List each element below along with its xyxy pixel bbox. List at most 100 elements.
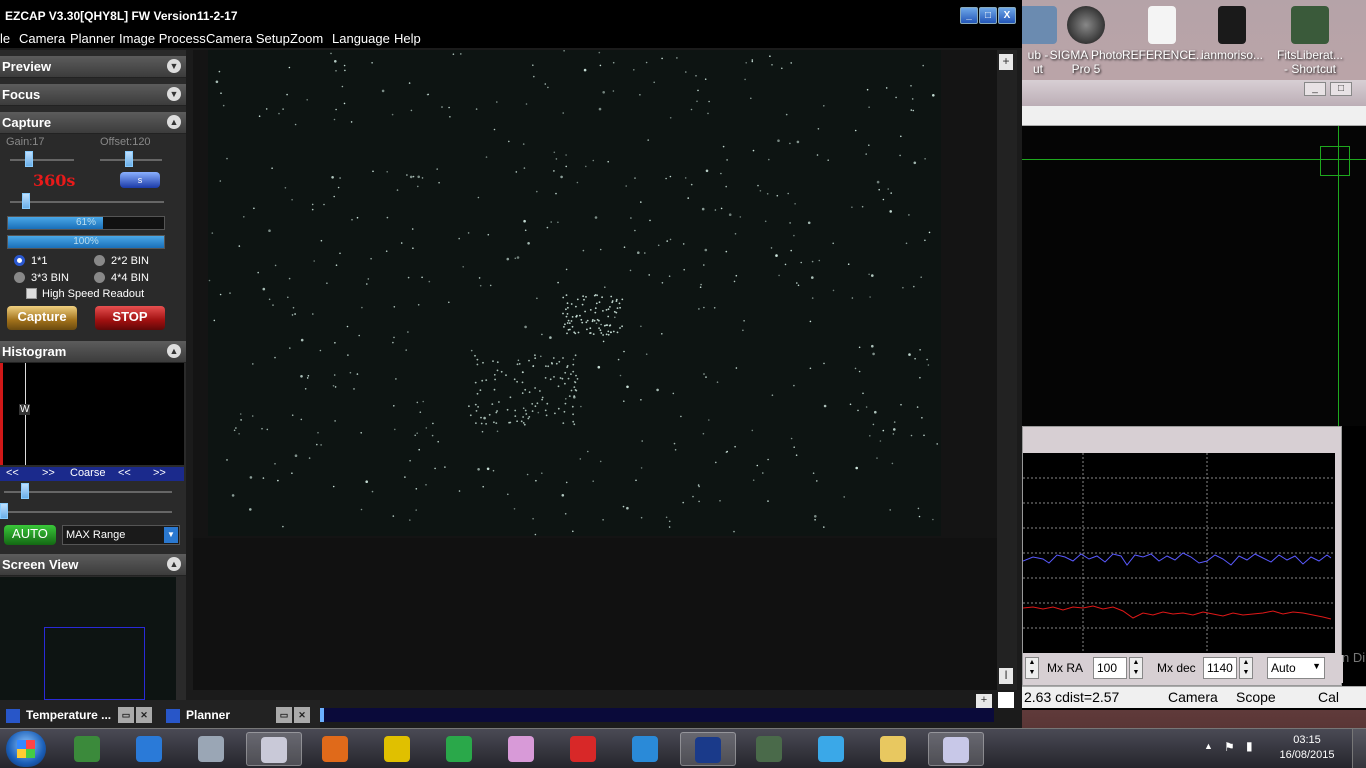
- chevron-down-icon[interactable]: ▼: [164, 527, 178, 543]
- taskbar-explorer[interactable]: [866, 732, 922, 766]
- auto-button[interactable]: AUTO: [4, 525, 56, 545]
- capture-header[interactable]: Capture ▲: [0, 112, 186, 134]
- chevron-up-icon[interactable]: ▲: [167, 344, 181, 358]
- nav-right-button-1[interactable]: >>: [42, 467, 55, 479]
- exposure-unit-button[interactable]: s: [120, 172, 160, 188]
- taskbar-maze-tool[interactable]: [370, 732, 426, 766]
- start-button[interactable]: [6, 731, 46, 767]
- guiding-maximize-button[interactable]: □: [1330, 82, 1352, 96]
- taskbar-users-app[interactable]: [804, 732, 860, 766]
- high-speed-checkbox[interactable]: High Speed Readout: [26, 288, 144, 300]
- taskbar-photo-viewer[interactable]: [60, 732, 116, 766]
- close-button[interactable]: X: [998, 7, 1016, 24]
- planner-window-tab[interactable]: Planner ▭ ✕: [160, 704, 318, 726]
- menu-zoom[interactable]: Zoom: [290, 31, 323, 46]
- star: [300, 375, 303, 378]
- nav-left-button-1[interactable]: <<: [6, 467, 19, 479]
- taskbar-star-app[interactable]: [680, 732, 736, 766]
- offset-slider[interactable]: [125, 151, 133, 167]
- taskbar-calculator[interactable]: [184, 732, 240, 766]
- system-clock[interactable]: 03:15 16/08/2015: [1270, 733, 1344, 763]
- chevron-down-icon[interactable]: ▼: [167, 59, 181, 73]
- range-select[interactable]: MAX Range ▼: [62, 525, 180, 545]
- close-button[interactable]: ✕: [294, 707, 310, 723]
- star: [823, 362, 825, 365]
- star-app-icon: [695, 737, 721, 763]
- spinner-partial[interactable]: ▲ ▼: [1025, 657, 1039, 679]
- mx-dec-input[interactable]: 1140: [1203, 657, 1237, 679]
- desktop-icon-reference[interactable]: REFERENCE...: [1122, 4, 1206, 62]
- desktop-icon-fitsliberator[interactable]: FitsLiberat... - Shortcut: [1270, 4, 1350, 76]
- histogram-slider-1[interactable]: [21, 483, 29, 499]
- menu-language[interactable]: Language: [332, 31, 390, 46]
- viewport-rectangle[interactable]: [44, 627, 145, 700]
- mx-dec-spinner[interactable]: ▲ ▼: [1239, 657, 1253, 679]
- stop-button[interactable]: STOP: [95, 306, 165, 330]
- bin-1x1-radio[interactable]: 1*1: [14, 255, 48, 267]
- star: [525, 413, 528, 415]
- star-image[interactable]: [208, 50, 941, 536]
- screen-view-header[interactable]: Screen View ▲: [0, 554, 186, 576]
- menu-camera-setup[interactable]: Camera Setup: [206, 31, 290, 46]
- close-button[interactable]: ✕: [136, 707, 152, 723]
- histogram-view[interactable]: W: [0, 363, 184, 465]
- nav-right-button-2[interactable]: >>: [153, 467, 166, 479]
- star: [335, 108, 337, 111]
- horizontal-scrollbar[interactable]: [320, 708, 994, 722]
- network-icon[interactable]: ▮: [1246, 739, 1253, 753]
- vertical-scrollbar[interactable]: + ǀ: [997, 50, 1017, 690]
- gain-slider[interactable]: [25, 151, 33, 167]
- exposure-slider[interactable]: [22, 193, 30, 209]
- nav-left-button-2[interactable]: <<: [118, 467, 131, 479]
- capture-button[interactable]: Capture: [7, 306, 77, 330]
- chevron-down-icon[interactable]: ▼: [167, 87, 181, 101]
- restore-button[interactable]: ▭: [276, 707, 292, 723]
- bin-3x3-radio[interactable]: 3*3 BIN: [14, 272, 69, 284]
- tray-expand-icon[interactable]: ▲: [1204, 741, 1213, 751]
- taskbar-red-globe[interactable]: [556, 732, 612, 766]
- desktop-icon-sigma[interactable]: SIGMA Photo Pro 5: [1046, 4, 1126, 76]
- mx-ra-spinner[interactable]: ▲ ▼: [1129, 657, 1143, 679]
- zoom-in-button[interactable]: +: [999, 54, 1013, 70]
- mx-ra-input[interactable]: 100: [1093, 657, 1127, 679]
- hscroll-zoom-button[interactable]: +: [976, 694, 992, 708]
- preview-header[interactable]: Preview ▼: [0, 56, 186, 78]
- guide-camera-view[interactable]: [1022, 126, 1366, 426]
- menu-camera[interactable]: Camera: [19, 31, 65, 46]
- desktop-icon-ianmoriso[interactable]: ianmoriso...: [1192, 4, 1272, 62]
- chevron-up-icon[interactable]: ▲: [167, 557, 181, 571]
- bin-2x2-radio[interactable]: 2*2 BIN: [94, 255, 149, 267]
- screen-view-thumbnail[interactable]: [0, 577, 176, 700]
- restore-button[interactable]: ▭: [118, 707, 134, 723]
- star: [586, 328, 588, 331]
- menu-file[interactable]: le: [0, 31, 10, 46]
- taskbar-feather-app[interactable]: [618, 732, 674, 766]
- taskbar-pen-tool[interactable]: [494, 732, 550, 766]
- show-desktop-button[interactable]: [1352, 729, 1366, 768]
- scroll-thumb[interactable]: ǀ: [999, 668, 1013, 684]
- guiding-minimize-button[interactable]: _: [1304, 82, 1326, 96]
- taskbar-eagle-app[interactable]: [742, 732, 798, 766]
- star: [261, 427, 263, 430]
- taskbar-chrome[interactable]: [432, 732, 488, 766]
- taskbar-media-player[interactable]: [122, 732, 178, 766]
- mode-select[interactable]: Auto ▼: [1267, 657, 1325, 679]
- chevron-up-icon[interactable]: ▲: [167, 115, 181, 129]
- taskbar-phd-app[interactable]: [928, 732, 984, 766]
- menu-image-process[interactable]: Image Process: [119, 31, 206, 46]
- hscroll-thumb[interactable]: [320, 708, 324, 722]
- star: [516, 420, 518, 423]
- maximize-button[interactable]: □: [979, 7, 997, 24]
- focus-header[interactable]: Focus ▼: [0, 84, 186, 106]
- flag-icon[interactable]: ⚑: [1224, 740, 1235, 754]
- star: [520, 420, 523, 423]
- menu-help[interactable]: Help: [394, 31, 421, 46]
- menu-planner[interactable]: Planner: [70, 31, 115, 46]
- minimize-button[interactable]: _: [960, 7, 978, 24]
- taskbar-ezcap[interactable]: [246, 732, 302, 766]
- histogram-slider-2[interactable]: [0, 503, 8, 519]
- temperature-window-tab[interactable]: Temperature ... ▭ ✕: [0, 704, 158, 726]
- histogram-header[interactable]: Histogram ▲: [0, 341, 186, 363]
- taskbar-firefox[interactable]: [308, 732, 364, 766]
- bin-4x4-radio[interactable]: 4*4 BIN: [94, 272, 149, 284]
